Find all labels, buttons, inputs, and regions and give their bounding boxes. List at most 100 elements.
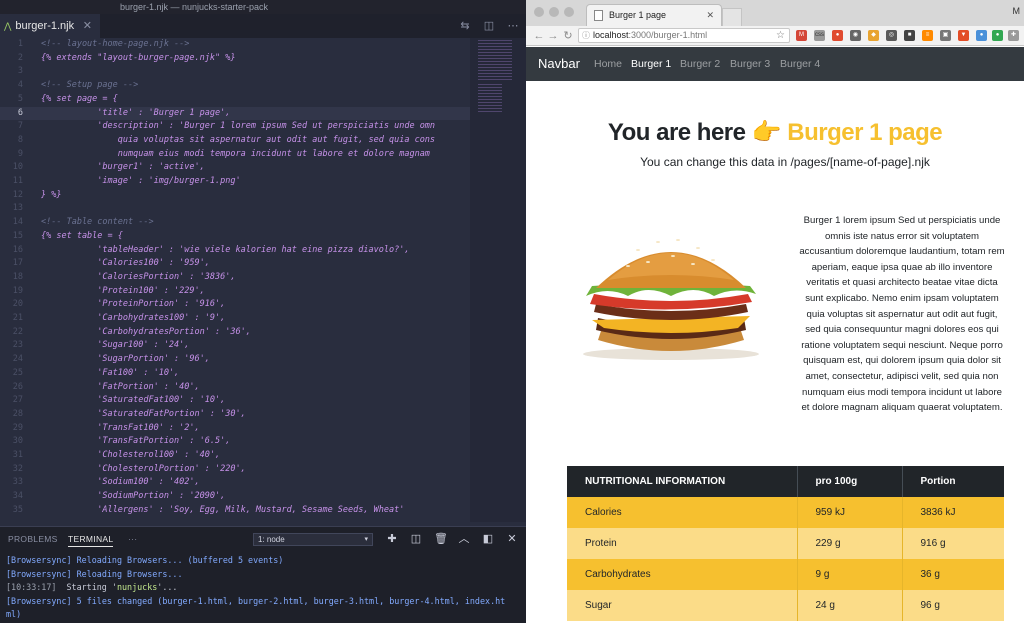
code-line[interactable]: 34 'SodiumPortion' : '2090', [0,490,470,504]
code-line[interactable]: 27 'SaturatedFat100' : '10', [0,394,470,408]
new-terminal-icon[interactable]: ✚ [386,533,398,545]
navbar-brand[interactable]: Navbar [538,56,580,71]
code-line[interactable]: 30 'TransFatPortion' : '6.5', [0,435,470,449]
code-line[interactable]: 24 'SugarPortion' : '96', [0,353,470,367]
code-line[interactable]: 7 'description' : 'Burger 1 lorem ipsum … [0,120,470,134]
line-number: 1 [17,39,23,49]
nav-link-home[interactable]: Home [594,58,622,70]
terminal-token: nunjucks [116,582,158,593]
code-line[interactable]: 22 'CarbohydratesPortion' : '36', [0,326,470,340]
code-line[interactable]: 19 'Protein100' : '229', [0,285,470,299]
profile-initial[interactable]: M [1013,6,1021,16]
code-token: 'TransFat100' : '2', [41,422,200,433]
code-line[interactable]: 20 'ProteinPortion' : '916', [0,298,470,312]
forward-icon[interactable]: → [546,28,560,44]
code-line[interactable]: 2 {% extends "layout-burger-page.njk" %} [0,52,470,66]
terminal-select-value: 1: node [258,535,285,544]
reload-icon[interactable]: ↻ [561,28,575,44]
code-area[interactable]: 1 <!-- layout-home-page.njk --> 2 {% extend… [0,38,470,522]
code-line[interactable]: 6 'title' : 'Burger 1 page', [0,106,470,121]
line-number: 35 [12,504,23,515]
code-line[interactable]: 32 'CholesterolPortion' : '220', [0,463,470,477]
code-line[interactable]: 5 {% set page = { [0,93,470,107]
code-line[interactable]: 26 'FatPortion' : '40', [0,381,470,395]
back-icon[interactable]: ← [532,28,546,44]
code-line[interactable]: 25 'Fat100' : '10', [0,367,470,381]
split-editor-icon[interactable]: ◫ [482,19,496,33]
code-line[interactable]: 15 {% set table = { [0,230,470,244]
extension-icon[interactable]: ▼ [958,30,969,41]
browser-toolbar: ← → ↻ ⓘ localhost:3000/burger-1.html ☆ M… [526,26,1024,46]
trash-icon[interactable]: 🗑 [434,533,448,545]
nav-link-burger-3[interactable]: Burger 3 [730,58,770,70]
address-bar[interactable]: ⓘ localhost:3000/burger-1.html ☆ [578,28,790,43]
tab-problems[interactable]: PROBLEMS [8,534,58,544]
code-line[interactable]: 11 'image' : 'img/burger-1.png' [0,175,470,189]
extension-icon[interactable]: ● [976,30,987,41]
code-line[interactable]: 14 <!-- Table content --> [0,216,470,230]
minimap[interactable] [470,38,526,522]
extension-icon[interactable]: ≡ [922,30,933,41]
code-line[interactable]: 35 'Allergens' : 'Soy, Egg, Milk, Mustar… [0,504,470,518]
browser-tab-title: Burger 1 page [609,10,667,20]
nav-link-burger-1[interactable]: Burger 1 [631,58,671,70]
extension-icon[interactable]: ● [992,30,1003,41]
close-tab-icon[interactable]: ✕ [706,5,714,25]
code-line[interactable]: 4 <!-- Setup page --> [0,79,470,93]
table-cell: 96 g [902,590,1004,621]
code-line[interactable]: 21 'Carbohydrates100' : '9', [0,312,470,326]
maximize-panel-icon[interactable]: ◧ [482,533,494,545]
line-number: 24 [12,354,23,365]
css-extension-icon[interactable]: css [814,30,825,41]
code-line[interactable]: 33 'Sodium100' : '402', [0,476,470,490]
browser-tab[interactable]: Burger 1 page ✕ [586,4,722,26]
gmail-extension-icon[interactable]: M [796,30,807,41]
extension-icon[interactable]: ◆ [868,30,879,41]
tab-terminal[interactable]: TERMINAL [68,534,114,547]
line-number: 22 [12,326,23,337]
code-line[interactable]: 9 numquam eius modi tempora incidunt ut … [0,148,470,162]
code-line[interactable]: 13 [0,202,470,216]
open-changes-icon[interactable]: ⇆ [458,19,472,33]
close-window-button[interactable] [534,7,544,17]
bookmark-star-icon[interactable]: ☆ [776,29,785,42]
code-line[interactable]: 3 [0,65,470,79]
terminal-line: [Browsersync] Reloading Browsers... [6,568,521,582]
minimize-window-button[interactable] [549,7,559,17]
code-token: 'burger1' : 'active', [41,162,205,173]
close-panel-icon[interactable]: ✕ [506,533,518,545]
extension-icon[interactable]: ◎ [886,30,897,41]
code-line[interactable]: 12} %} [0,189,470,203]
extension-icon[interactable]: ■ [904,30,915,41]
terminal-token: [Browsersync] [6,595,72,606]
code-line[interactable]: 31 'Cholesterol100' : '40', [0,449,470,463]
new-tab-button[interactable] [722,8,742,26]
terminal-select[interactable]: 1: node ▾ [253,533,373,546]
table-cell: 229 g [797,528,903,559]
terminal-output[interactable]: [Browsersync] Reloading Browsers... (buf… [6,554,521,623]
more-actions-icon[interactable]: ⋯ [506,19,520,33]
table-cell: 36 g [902,559,1004,590]
extension-icon[interactable]: ● [832,30,843,41]
code-line[interactable]: 18 'CaloriesPortion' : '3836', [0,271,470,285]
code-line[interactable]: 8 quia voluptas sit aspernatur aut odit … [0,134,470,148]
code-line[interactable]: 28 'SaturatedFatPortion' : '30', [0,408,470,422]
code-line[interactable]: 16 'tableHeader' : 'wie viele kalorien h… [0,244,470,258]
split-terminal-icon[interactable]: ◫ [410,533,422,545]
nav-link-burger-2[interactable]: Burger 2 [680,58,720,70]
code-line[interactable]: 10 'burger1' : 'active', [0,161,470,175]
extension-icon[interactable]: ▣ [940,30,951,41]
extension-icon[interactable]: ◉ [850,30,861,41]
panel-more-icon[interactable]: ··· [128,534,137,544]
code-line[interactable]: 23 'Sugar100' : '24', [0,339,470,353]
close-tab-icon[interactable]: ✕ [83,14,92,38]
table-cell: Protein [567,528,798,559]
code-line[interactable]: 1 <!-- layout-home-page.njk --> [0,38,470,52]
chevron-up-icon[interactable]: ︿ [458,533,470,545]
extension-icon[interactable]: ✚ [1008,30,1019,41]
zoom-window-button[interactable] [564,7,574,17]
code-line[interactable]: 29 'TransFat100' : '2', [0,422,470,436]
code-line[interactable]: 17 'Calories100' : '959', [0,257,470,271]
editor-tab[interactable]: ⋀ burger-1.njk ✕ [0,14,100,38]
nav-link-burger-4[interactable]: Burger 4 [780,58,820,70]
